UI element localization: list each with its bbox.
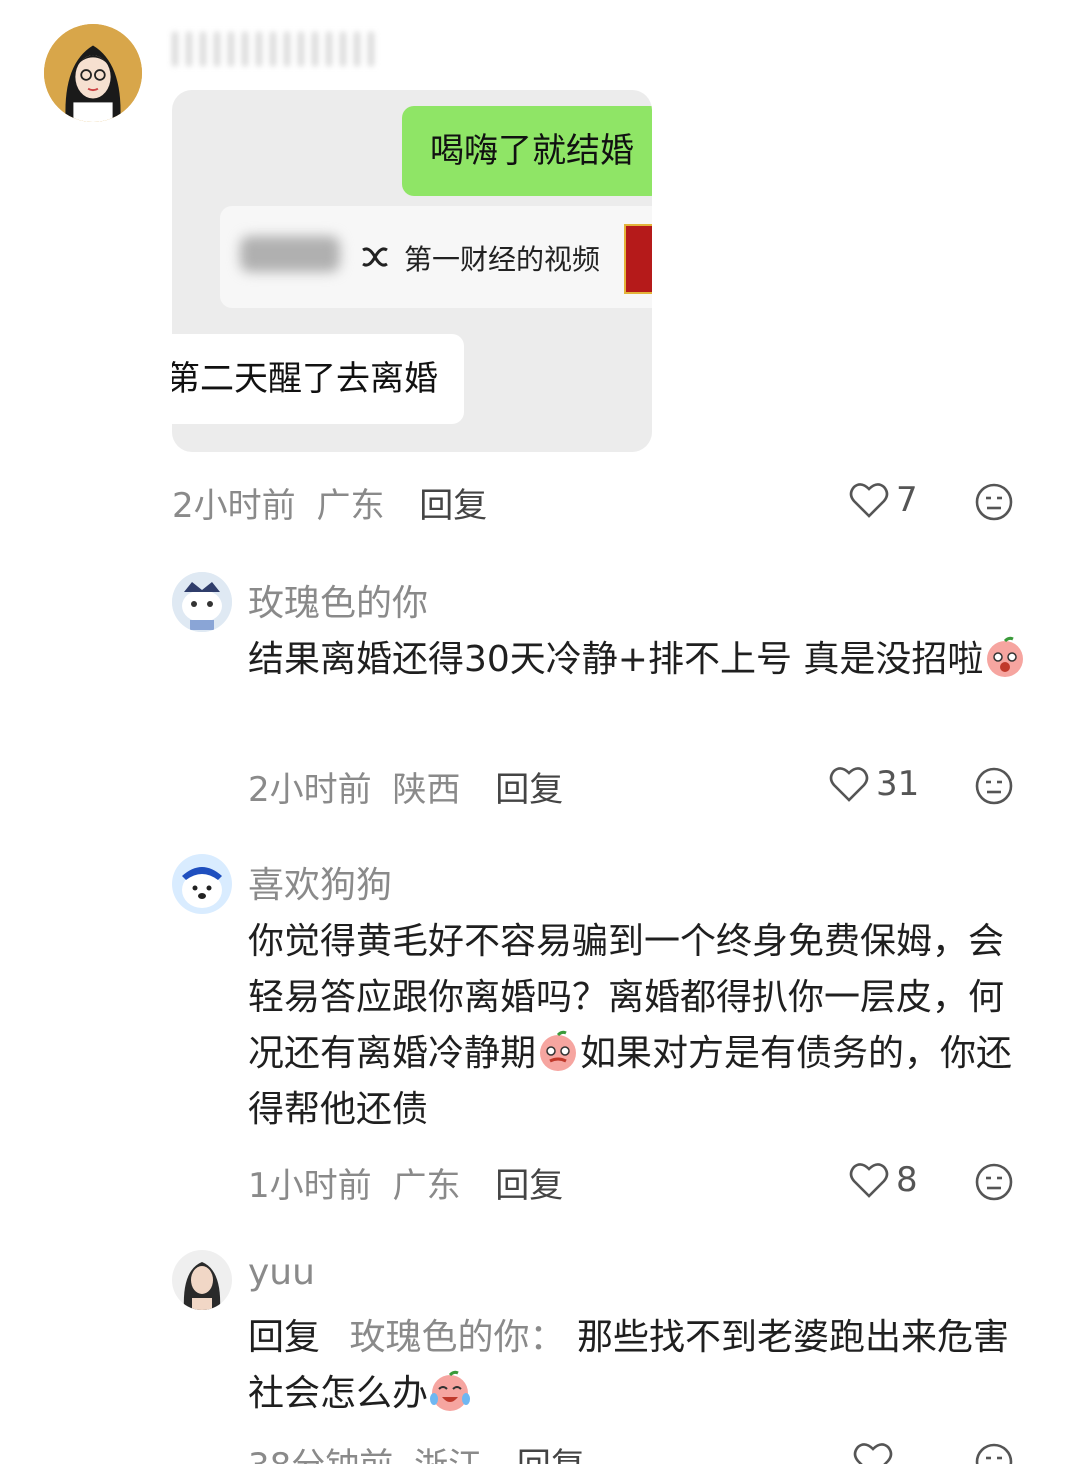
heart-icon [849, 1163, 889, 1198]
white-chat-bubble: 第二天醒了去离婚 [172, 334, 464, 424]
reply-text: 你觉得黄毛好不容易骗到一个终身免费保姆，会轻易答应跟你离婚吗？离婚都得扒你一层皮… [248, 914, 1018, 1138]
reply-text-content: 结果离婚还得30天冷静+排不上号 真是没招啦 [248, 639, 984, 680]
blurred-username [172, 32, 382, 66]
reply-button[interactable]: 回复 [495, 1166, 563, 1206]
reply-meta: 2小时前 陕西 回复 [248, 762, 563, 811]
heart-icon [829, 767, 869, 802]
reply-username[interactable]: 喜欢狗狗 [248, 856, 392, 908]
reply-avatar[interactable] [172, 572, 232, 632]
dislike-face-icon[interactable] [974, 1442, 1014, 1464]
like-count: 8 [896, 1160, 918, 1200]
reply-button[interactable]: 回复 [495, 770, 563, 810]
top-comment-avatar[interactable] [44, 24, 142, 122]
channels-icon [362, 247, 388, 267]
comment-location: 陕西 [392, 770, 461, 810]
like-button[interactable] [852, 1440, 894, 1464]
comment-time: 2小时前 [248, 770, 372, 810]
dislike-face-icon[interactable] [974, 766, 1014, 806]
comment-time: 2小时前 [172, 486, 296, 526]
mention-username[interactable]: 玫瑰色的你： [349, 1317, 565, 1358]
reply-meta: 1小时前 广东 回复 [248, 1158, 563, 1207]
reply-meta: 38分钟前 浙江 回复 [248, 1438, 585, 1464]
reply-button[interactable]: 回复 [517, 1446, 585, 1464]
reply-text: 结果离婚还得30天冷静+排不上号 真是没招啦 [248, 632, 1048, 688]
comment-time: 38分钟前 [248, 1446, 393, 1464]
comment-location: 广东 [392, 1166, 461, 1206]
reply-username[interactable]: 玫瑰色的你 [248, 574, 428, 626]
video-card-label: 第一财经的视频 [404, 243, 601, 276]
reply-avatar[interactable] [172, 854, 232, 914]
top-comment-meta: 2小时前 广东 回复 [172, 478, 487, 527]
reply-text: 回复 玫瑰色的你： 那些找不到老婆跑出来危害社会怎么办 [248, 1310, 1038, 1422]
comment-location: 浙江 [414, 1446, 482, 1464]
reply-button[interactable]: 回复 [419, 486, 487, 526]
comment-location: 广东 [316, 486, 385, 526]
blurred-sender [240, 236, 340, 272]
video-share-card: 第一财经的视频 [220, 206, 652, 308]
video-thumbnail [624, 224, 652, 294]
reply-avatar[interactable] [172, 1250, 232, 1310]
reply-username[interactable]: yuu [248, 1252, 315, 1293]
like-button[interactable]: 31 [828, 764, 919, 804]
heart-icon [849, 483, 889, 518]
peach-crying-emoji-icon [987, 636, 1024, 677]
peach-crying-emoji-icon [540, 1030, 577, 1071]
chat-screenshot-image[interactable]: 喝嗨了就结婚 第一财经的视频 第二天醒了去离婚 [172, 90, 652, 452]
heart-icon [853, 1443, 893, 1464]
green-chat-bubble: 喝嗨了就结婚 [402, 106, 652, 196]
like-count: 7 [896, 480, 918, 520]
reply-prefix: 回复 [248, 1317, 321, 1358]
like-button[interactable]: 7 [848, 480, 918, 520]
peach-laughing-crying-emoji-icon [430, 1370, 471, 1411]
dislike-face-icon[interactable] [974, 482, 1014, 522]
like-count: 31 [876, 764, 920, 804]
comment-time: 1小时前 [248, 1166, 372, 1206]
dislike-face-icon[interactable] [974, 1162, 1014, 1202]
like-button[interactable]: 8 [848, 1160, 918, 1200]
